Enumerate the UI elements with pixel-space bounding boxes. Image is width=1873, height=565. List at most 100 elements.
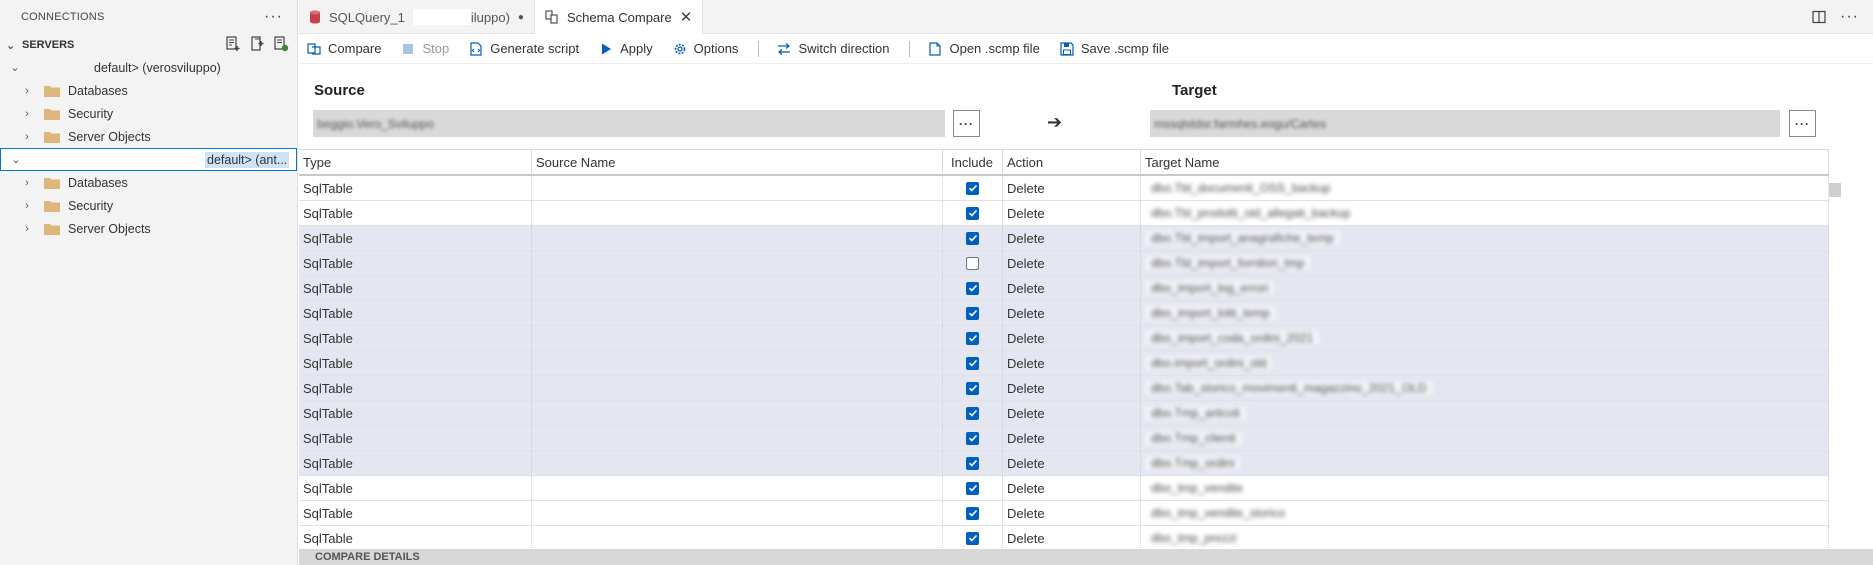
column-header-action[interactable]: Action bbox=[1003, 150, 1141, 174]
apply-button[interactable]: Apply bbox=[599, 41, 653, 56]
tree-item-databases[interactable]: › Databases bbox=[0, 79, 297, 102]
more-actions-icon[interactable]: ··· bbox=[1840, 8, 1859, 26]
table-row[interactable]: SqlTable Delete dbo.Tbl_import_fornitori_t… bbox=[299, 251, 1829, 276]
chevron-right-icon[interactable]: › bbox=[20, 177, 34, 189]
cell-type: SqlTable bbox=[299, 226, 532, 250]
options-label: Options bbox=[693, 41, 739, 56]
tab-label-start: SQLQuery_1 bbox=[329, 9, 405, 25]
compare-details-panel-header[interactable]: COMPARE DETAILS bbox=[299, 549, 1873, 565]
tree-item-label: Security bbox=[68, 198, 114, 213]
save-scmp-button[interactable]: Save .scmp file bbox=[1060, 41, 1169, 56]
split-editor-icon[interactable] bbox=[1812, 10, 1826, 24]
target-name-text: dbo.Tbl_import_fornitori_tmp bbox=[1145, 256, 1311, 270]
target-browse-button[interactable]: ··· bbox=[1789, 110, 1816, 137]
cell-source-name bbox=[532, 251, 943, 275]
table-row[interactable]: SqlTable Delete dbo_import_log_errori bbox=[299, 276, 1829, 301]
active-connections-icon[interactable] bbox=[273, 36, 289, 52]
new-connection-icon[interactable] bbox=[225, 36, 241, 52]
table-row[interactable]: SqlTable Delete dbo_tmp_vendite_storico bbox=[299, 501, 1829, 526]
chevron-right-icon[interactable]: › bbox=[20, 223, 34, 235]
tree-item-server-objects[interactable]: › Server Objects bbox=[0, 125, 297, 148]
cell-include bbox=[943, 501, 1003, 525]
table-row[interactable]: SqlTable Delete dbo.Tbl_prodotti_old_alleg… bbox=[299, 201, 1829, 226]
switch-direction-button[interactable]: Switch direction bbox=[777, 41, 889, 56]
connections-sidebar: CONNECTIONS ··· ⌄ SERVERS ⌄ default> (ve… bbox=[0, 0, 298, 565]
chevron-right-icon[interactable]: › bbox=[20, 108, 34, 120]
column-header-include[interactable]: Include bbox=[943, 150, 1003, 174]
server-node-1[interactable]: ⌄ default> (verosviluppo) bbox=[0, 56, 297, 79]
cell-source-name bbox=[532, 501, 943, 525]
include-checkbox[interactable] bbox=[966, 281, 979, 295]
cell-target-name: dbo.Tmp_clienti bbox=[1141, 426, 1829, 450]
table-row[interactable]: SqlTable Delete dbo.Tmp_ordini bbox=[299, 451, 1829, 476]
chevron-down-icon[interactable]: ⌄ bbox=[9, 153, 23, 166]
chevron-right-icon[interactable]: › bbox=[20, 85, 34, 97]
table-scrollbar[interactable] bbox=[1829, 183, 1841, 197]
tree-item-security[interactable]: › Security bbox=[0, 102, 297, 125]
column-header-source-name[interactable]: Source Name bbox=[532, 150, 943, 174]
include-checkbox[interactable] bbox=[966, 206, 979, 220]
table-row[interactable]: SqlTable Delete dbo_tmp_vendite bbox=[299, 476, 1829, 501]
close-icon[interactable]: ✕ bbox=[680, 8, 693, 26]
include-checkbox[interactable] bbox=[966, 256, 979, 270]
new-server-group-icon[interactable] bbox=[249, 36, 265, 52]
column-header-type[interactable]: Type bbox=[299, 150, 532, 174]
include-checkbox[interactable] bbox=[966, 406, 979, 420]
target-path-field[interactable]: mssqlstdsr.farmhes.eogu/Cartes bbox=[1150, 110, 1780, 137]
include-checkbox[interactable] bbox=[966, 456, 979, 470]
cell-type: SqlTable bbox=[299, 426, 532, 450]
generate-script-button[interactable]: Generate script bbox=[469, 41, 579, 56]
include-checkbox[interactable] bbox=[966, 506, 979, 520]
include-checkbox[interactable] bbox=[966, 381, 979, 395]
table-row[interactable]: SqlTable Delete dbo.import_ordini_old bbox=[299, 351, 1829, 376]
database-icon bbox=[310, 10, 320, 24]
include-checkbox[interactable] bbox=[966, 531, 979, 545]
include-checkbox[interactable] bbox=[966, 481, 979, 495]
chevron-down-icon[interactable]: ⌄ bbox=[6, 39, 22, 52]
cell-type: SqlTable bbox=[299, 451, 532, 475]
server-node-2[interactable]: ⌄ default> (ant... bbox=[0, 148, 297, 171]
table-row[interactable]: SqlTable Delete dbo.Tab_storico_movimenti_… bbox=[299, 376, 1829, 401]
table-row[interactable]: SqlTable Delete dbo.Tbl_documenti_OSS_back… bbox=[299, 176, 1829, 201]
table-row[interactable]: SqlTable Delete dbo.Tbl_import_anagrafiche… bbox=[299, 226, 1829, 251]
table-row[interactable]: SqlTable Delete dbo.Tmp_articoli bbox=[299, 401, 1829, 426]
chevron-down-icon[interactable]: ⌄ bbox=[8, 61, 22, 74]
table-row[interactable]: SqlTable Delete dbo.Tmp_clienti bbox=[299, 426, 1829, 451]
cell-source-name bbox=[532, 476, 943, 500]
source-browse-button[interactable]: ··· bbox=[953, 110, 980, 137]
target-name-text: dbo.Tab_storico_movimenti_magazzino_2021… bbox=[1145, 381, 1433, 395]
table-row[interactable]: SqlTable Delete dbo_tmp_prezzi bbox=[299, 526, 1829, 551]
tree-item-server-objects[interactable]: › Server Objects bbox=[0, 217, 297, 240]
checkmark-icon bbox=[968, 509, 977, 517]
servers-section-header[interactable]: ⌄ SERVERS bbox=[0, 34, 297, 56]
include-checkbox[interactable] bbox=[966, 306, 979, 320]
table-row[interactable]: SqlTable Delete dbo_import_lotti_temp bbox=[299, 301, 1829, 326]
stop-button[interactable]: Stop bbox=[401, 41, 449, 56]
tab-schema-compare[interactable]: Schema Compare ✕ bbox=[533, 0, 704, 34]
tree-item-databases[interactable]: › Databases bbox=[0, 171, 297, 194]
source-path-field[interactable]: beggio.Vero_Sviluppo bbox=[313, 110, 945, 137]
include-checkbox[interactable] bbox=[966, 356, 979, 370]
table-row[interactable]: SqlTable Delete dbo_import_coda_ordini_202… bbox=[299, 326, 1829, 351]
tree-item-security[interactable]: › Security bbox=[0, 194, 297, 217]
target-path: mssqlstdsr.farmhes.eogu/Cartes bbox=[1154, 116, 1327, 131]
target-name-text: dbo_tmp_vendite_storico bbox=[1145, 506, 1292, 520]
include-checkbox[interactable] bbox=[966, 181, 979, 195]
include-checkbox[interactable] bbox=[966, 431, 979, 445]
open-scmp-button[interactable]: Open .scmp file bbox=[928, 41, 1040, 56]
column-header-target-name[interactable]: Target Name bbox=[1141, 150, 1829, 174]
cell-action: Delete bbox=[1003, 276, 1141, 300]
cell-target-name: dbo_tmp_vendite bbox=[1141, 476, 1829, 500]
tree-item-label: Server Objects bbox=[68, 221, 151, 236]
chevron-right-icon[interactable]: › bbox=[20, 200, 34, 212]
options-button[interactable]: Options bbox=[673, 41, 739, 56]
chevron-right-icon[interactable]: › bbox=[20, 131, 34, 143]
include-checkbox[interactable] bbox=[966, 231, 979, 245]
tab-sqlquery[interactable]: SQLQuery_1 iluppo) ● bbox=[299, 0, 534, 34]
target-name-text: dbo_tmp_prezzi bbox=[1145, 531, 1243, 545]
compare-button[interactable]: Compare bbox=[307, 41, 381, 56]
more-actions-icon[interactable]: ··· bbox=[264, 8, 283, 26]
cell-type: SqlTable bbox=[299, 326, 532, 350]
include-checkbox[interactable] bbox=[966, 331, 979, 345]
unsaved-dot-icon[interactable]: ● bbox=[518, 12, 524, 23]
